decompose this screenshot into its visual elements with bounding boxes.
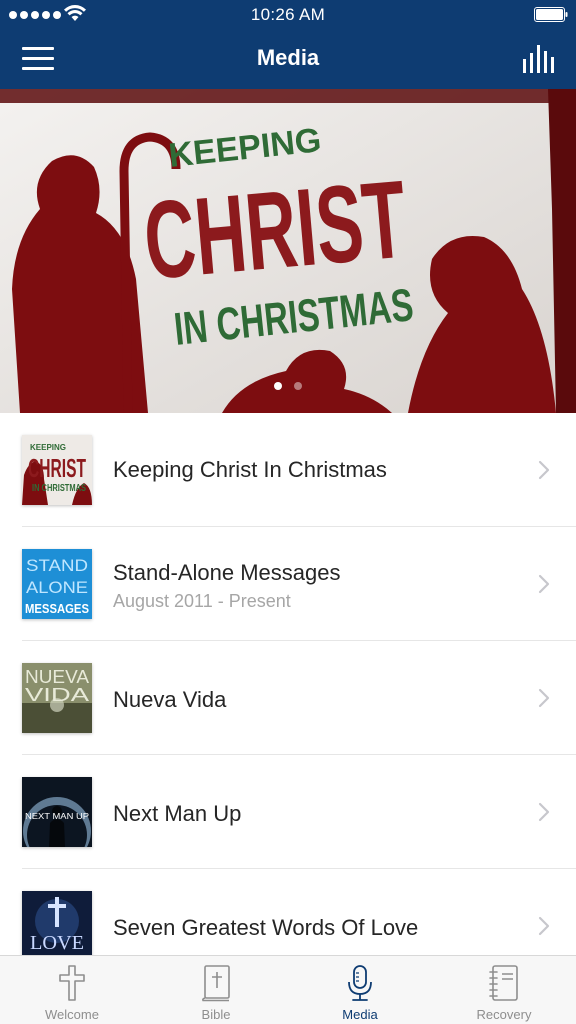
svg-text:IN CHRISTMAS: IN CHRISTMAS [32,483,86,494]
equalizer-icon[interactable] [522,45,556,73]
svg-text:VIDA: VIDA [25,685,89,705]
status-bar: 10:26 AM [0,0,576,30]
navigation-bar: Media [0,30,576,89]
seven-greatest-words-thumbnail: LOVE [22,891,92,955]
cross-icon [59,965,85,1001]
tab-label: Recovery [476,1007,532,1022]
hero-title-christ: CHRIST [139,158,411,303]
list-item-title: Nueva Vida [113,687,227,712]
chevron-right-icon [538,916,550,936]
list-item-title: Next Man Up [113,801,242,826]
notebook-icon [489,965,518,1001]
chevron-right-icon [538,460,550,480]
list-item-title: Stand-Alone Messages [113,560,341,585]
microphone-icon [348,965,372,1001]
page-indicator[interactable] [0,382,576,390]
status-time: 10:26 AM [250,5,326,24]
svg-text:KEEPING: KEEPING [30,443,66,452]
hero-artwork: KEEPING CHRIST IN CHRISTMAS [0,89,576,413]
svg-text:NEXT MAN UP: NEXT MAN UP [25,812,89,821]
tab-recovery[interactable]: Recovery [432,956,576,1024]
media-series-list: KEEPING CHRIST IN CHRISTMAS Keeping Chri… [0,413,576,955]
tab-bible[interactable]: Bible [144,956,288,1024]
list-item-subtitle: August 2011 - Present [113,591,291,611]
bible-icon [201,965,230,1002]
battery-icon [534,7,568,22]
tab-welcome[interactable]: Welcome [0,956,144,1024]
tab-media[interactable]: Media [288,956,432,1024]
chevron-right-icon [538,802,550,822]
chevron-right-icon [538,688,550,708]
hero-banner[interactable]: KEEPING CHRIST IN CHRISTMAS [0,89,576,413]
page-dot-active[interactable] [274,382,282,390]
svg-text:LOVE: LOVE [30,932,84,954]
tab-label: Bible [201,1007,231,1022]
page-dot[interactable] [294,382,302,390]
svg-text:NUEVA: NUEVA [25,667,89,687]
svg-text:ALONE: ALONE [26,578,88,597]
chevron-right-icon [538,574,550,594]
svg-text:MESSAGES: MESSAGES [25,601,89,616]
stand-alone-thumbnail: STAND ALONE MESSAGES [22,549,92,619]
tab-label: Media [342,1007,378,1022]
next-man-up-thumbnail: NEXT MAN UP [22,777,92,847]
list-item[interactable]: KEEPING CHRIST IN CHRISTMAS Keeping Chri… [0,413,576,527]
tab-label: Welcome [45,1007,99,1022]
page-title: Media [256,45,320,70]
list-item-title: Keeping Christ In Christmas [113,457,387,482]
top-bar: 10:26 AM Media [0,0,576,89]
nueva-vida-thumbnail: NUEVA VIDA [22,663,92,733]
svg-text:CHRIST: CHRIST [28,453,86,483]
svg-text:STAND: STAND [26,556,88,575]
list-item-title: Seven Greatest Words Of Love [113,915,419,940]
tab-bar: Welcome Bible Media Recovery [0,955,576,1024]
keeping-christ-thumbnail: KEEPING CHRIST IN CHRISTMAS [22,435,92,505]
list-item[interactable]: STAND ALONE MESSAGES Stand-Alone Message… [0,527,576,641]
list-item[interactable]: LOVE Seven Greatest Words Of Love [0,869,576,955]
list-item[interactable]: NUEVA VIDA Nueva Vida [0,641,576,755]
list-item[interactable]: NEXT MAN UP Next Man Up [0,755,576,869]
